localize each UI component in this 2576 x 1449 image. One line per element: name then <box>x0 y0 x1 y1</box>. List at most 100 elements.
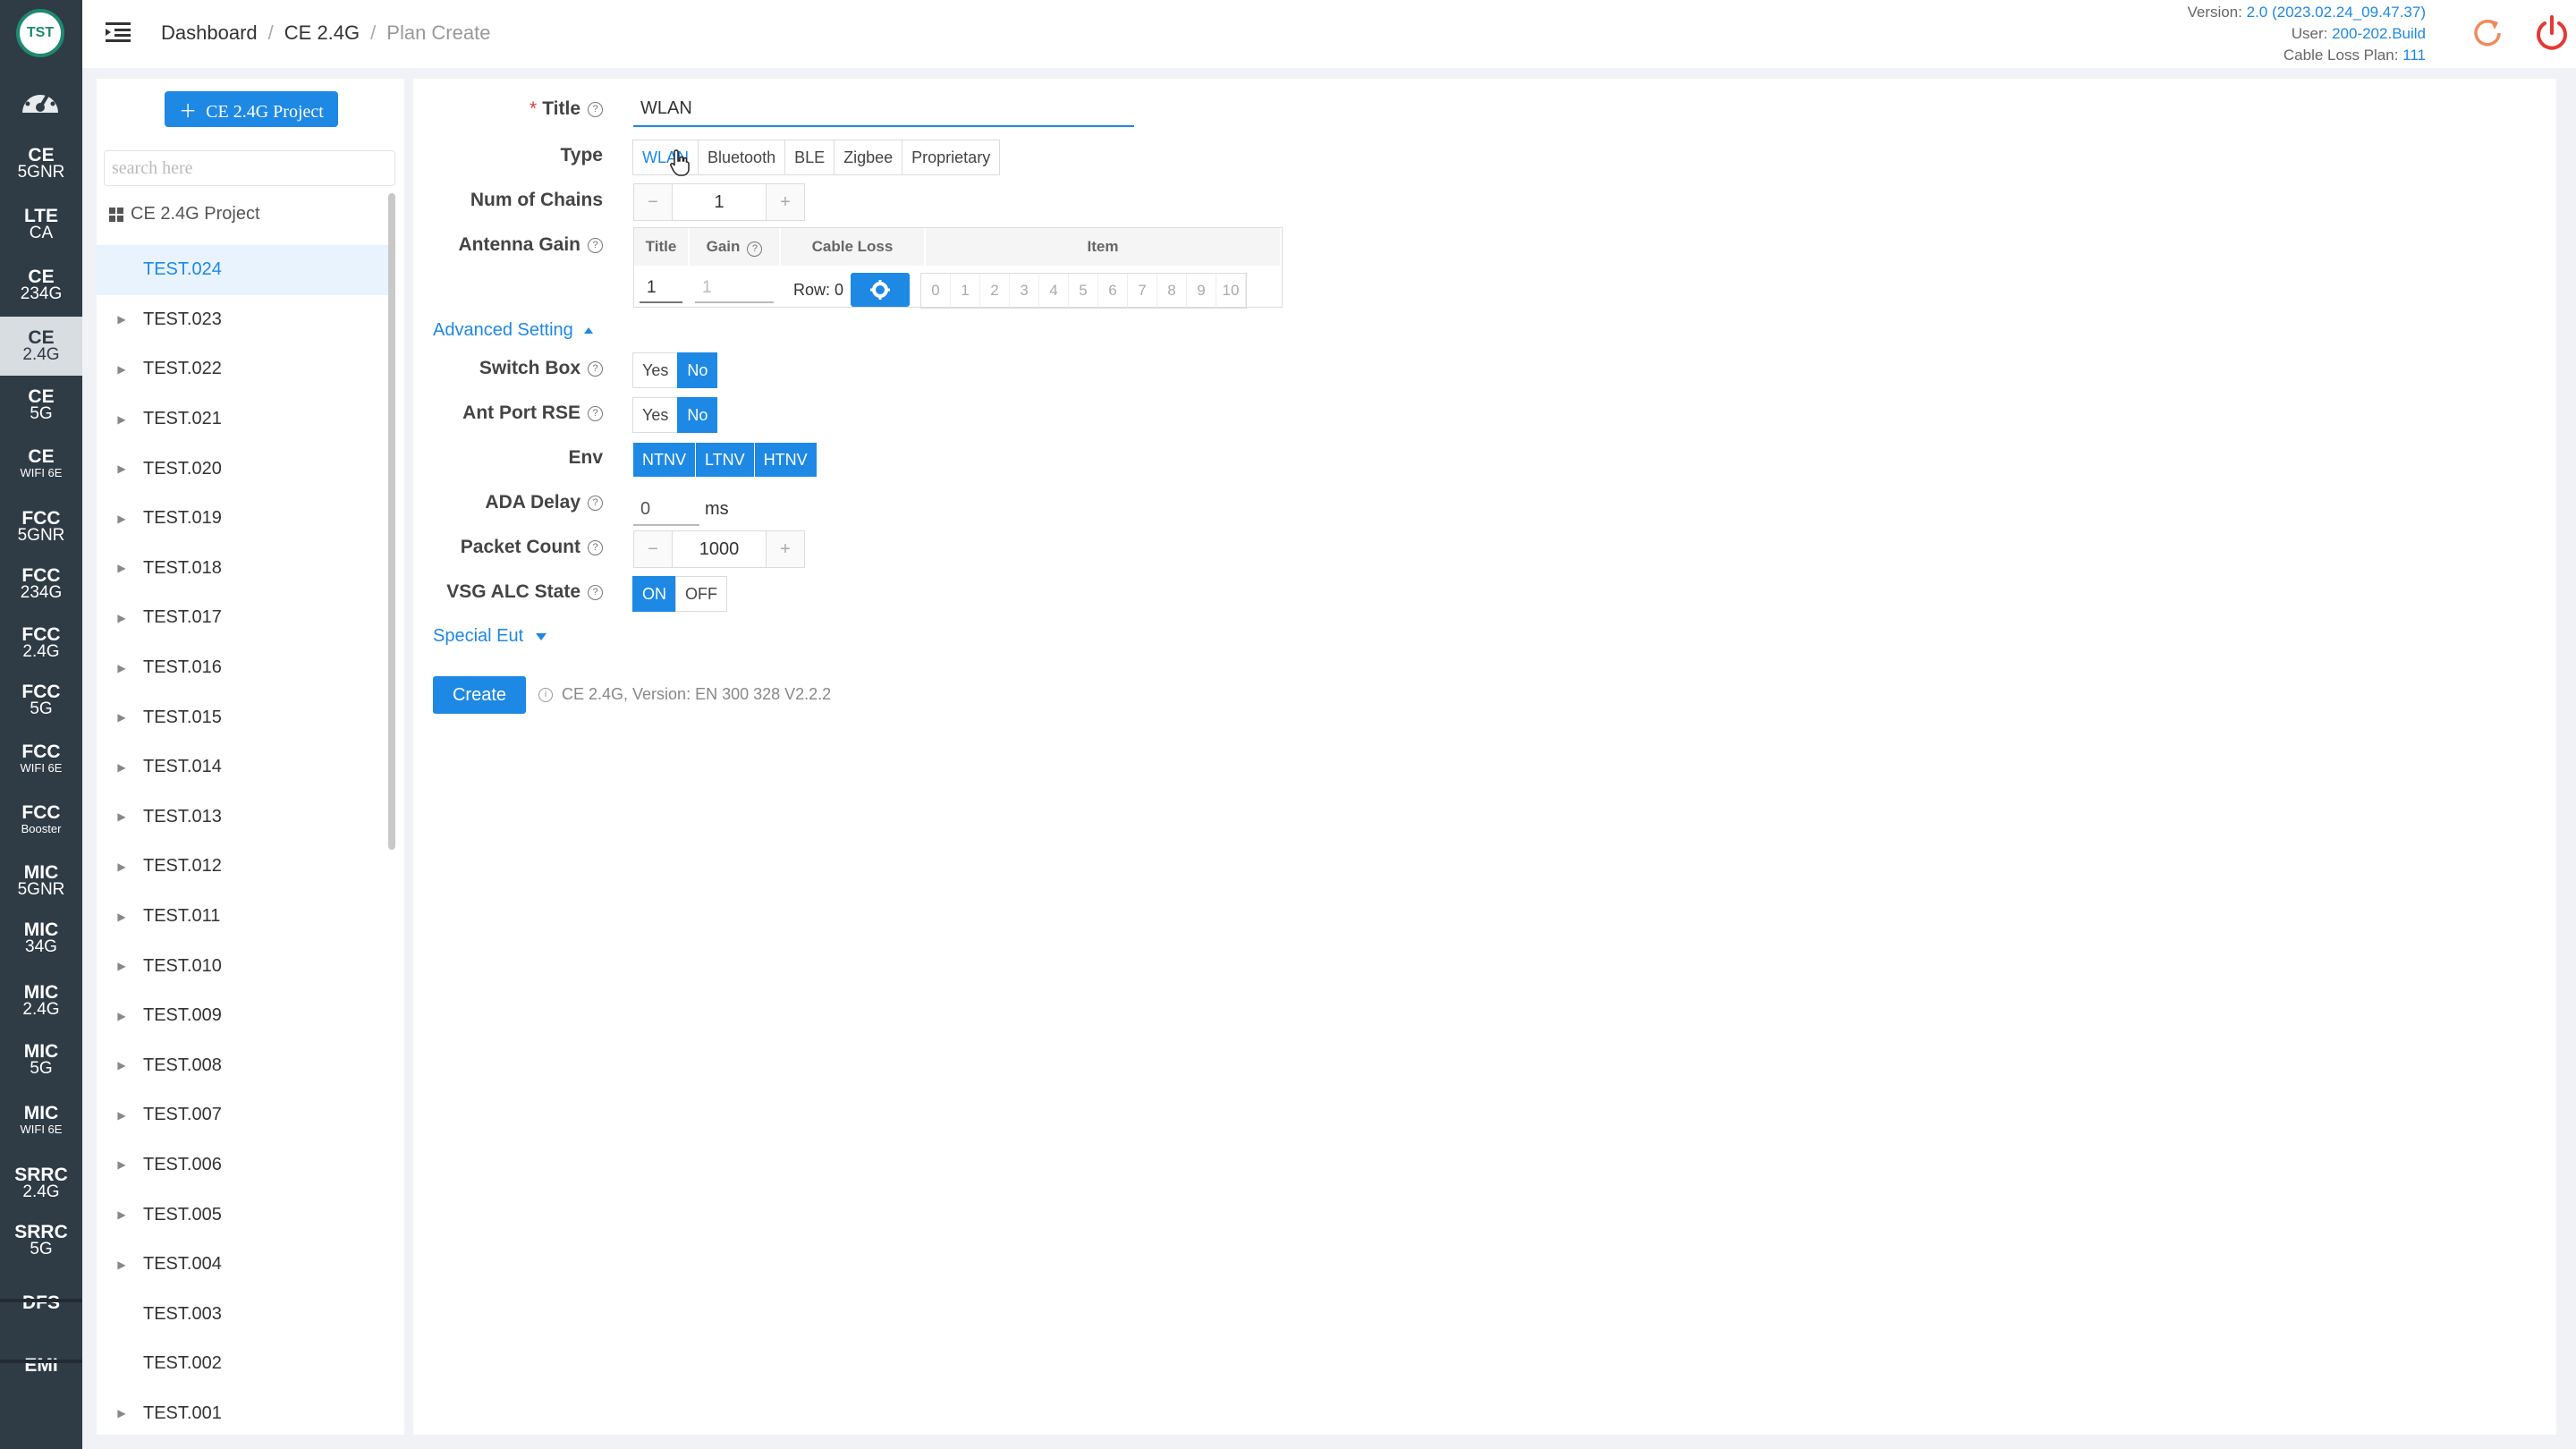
caret-right-icon[interactable]: ▶ <box>111 562 132 574</box>
ada-delay-input[interactable]: 0 <box>633 492 699 526</box>
tree-node[interactable]: ▶ TEST.017 <box>97 593 392 643</box>
caret-right-icon[interactable]: ▶ <box>111 1158 132 1171</box>
caret-right-icon[interactable]: ▶ <box>111 761 132 774</box>
nav-item-ce-2-4g[interactable]: CE 2.4G <box>0 317 82 376</box>
tree-node[interactable]: ▶ TEST.008 <box>97 1041 392 1091</box>
tree-node[interactable]: ▶ TEST.013 <box>97 792 392 843</box>
type-option-proprietary[interactable]: Proprietary <box>902 140 1001 175</box>
cable-settings-button[interactable] <box>851 273 910 307</box>
nav-item-ce-wifi-6e[interactable]: CE WIFI 6E <box>0 435 82 494</box>
item-cell[interactable]: 7 <box>1128 274 1157 308</box>
power-icon[interactable] <box>2533 14 2571 52</box>
breadcrumb-dashboard[interactable]: Dashboard <box>161 21 258 44</box>
tree-search-input[interactable] <box>104 150 395 186</box>
tree-node[interactable]: TEST.024 <box>97 245 392 295</box>
caret-right-icon[interactable]: ▶ <box>111 911 132 923</box>
caret-right-icon[interactable]: ▶ <box>111 1010 132 1022</box>
help-icon[interactable]: ? <box>747 242 763 257</box>
help-icon[interactable]: ? <box>588 495 603 511</box>
tree-node[interactable]: ▶ TEST.011 <box>97 892 392 942</box>
create-button[interactable]: Create <box>433 676 526 714</box>
tree-node[interactable]: ▶ TEST.014 <box>97 742 392 792</box>
item-cell[interactable]: 8 <box>1157 274 1187 308</box>
nav-item-mic-wifi-6e[interactable]: MIC WIFI 6E <box>0 1091 82 1150</box>
nav-item-fcc-wifi-6e[interactable]: FCC WIFI 6E <box>0 730 82 789</box>
ant-port-yes[interactable]: Yes <box>632 397 679 433</box>
nav-item-lte-ca[interactable]: LTE CA <box>0 195 82 254</box>
help-icon[interactable]: ? <box>588 360 603 377</box>
help-icon[interactable]: ? <box>588 237 603 253</box>
tree-node[interactable]: ▶ TEST.016 <box>97 643 392 693</box>
refresh-icon[interactable] <box>2470 16 2504 50</box>
title-input[interactable] <box>633 91 1134 127</box>
caret-right-icon[interactable]: ▶ <box>111 860 132 873</box>
item-cell[interactable]: 10 <box>1216 274 1246 308</box>
vsg-off[interactable]: OFF <box>675 576 727 612</box>
tree-node[interactable]: ▶ TEST.022 <box>97 344 392 394</box>
vsg-on[interactable]: ON <box>632 576 676 612</box>
caret-right-icon[interactable]: ▶ <box>111 1407 132 1419</box>
item-cell[interactable]: 4 <box>1039 274 1069 308</box>
type-option-ble[interactable]: BLE <box>784 140 835 175</box>
add-project-button[interactable]: ＋ CE 2.4G Project <box>165 91 338 127</box>
caret-right-icon[interactable]: ▶ <box>111 313 132 326</box>
nav-item-mic-34g[interactable]: MIC 34G <box>0 909 82 968</box>
tree-node[interactable]: TEST.003 <box>97 1289 392 1339</box>
caret-right-icon[interactable]: ▶ <box>111 513 132 525</box>
item-cell[interactable]: 2 <box>980 274 1010 308</box>
increment-button[interactable]: + <box>767 184 804 220</box>
nav-item-mic-2-4g[interactable]: MIC 2.4G <box>0 971 82 1030</box>
item-cell[interactable]: 6 <box>1098 274 1128 308</box>
help-icon[interactable]: ? <box>588 584 603 600</box>
tree-node[interactable]: ▶ TEST.021 <box>97 394 392 445</box>
breadcrumb-ce24g[interactable]: CE 2.4G <box>284 21 360 44</box>
nav-item-emi[interactable]: EMI <box>0 1336 82 1395</box>
caret-right-icon[interactable]: ▶ <box>111 612 132 624</box>
tree-node[interactable]: ▶ TEST.015 <box>97 692 392 742</box>
type-option-bluetooth[interactable]: Bluetooth <box>698 140 786 175</box>
advanced-setting-toggle[interactable]: Advanced Setting <box>433 320 593 341</box>
nav-item-dfs[interactable]: DFS <box>0 1274 82 1333</box>
tree-node[interactable]: ▶ TEST.018 <box>97 544 392 594</box>
help-icon[interactable]: ? <box>588 101 603 117</box>
tree-node[interactable]: ▶ TEST.007 <box>97 1090 392 1140</box>
help-icon[interactable]: ? <box>588 405 603 421</box>
env-option-htnv[interactable]: HTNV <box>753 442 818 478</box>
nav-item-fcc-5gnr[interactable]: FCC 5GNR <box>0 497 82 556</box>
caret-right-icon[interactable]: ▶ <box>111 413 132 426</box>
nav-item-fcc-234g[interactable]: FCC 234G <box>0 555 82 614</box>
tree-node[interactable]: ▶ TEST.009 <box>97 991 392 1041</box>
decrement-button[interactable]: − <box>634 184 672 220</box>
nav-item-fcc-5g[interactable]: FCC 5G <box>0 671 82 730</box>
num-chains-value[interactable]: 1 <box>672 184 767 220</box>
tree-node[interactable]: ▶ TEST.020 <box>97 444 392 494</box>
nav-item-ce-234g[interactable]: CE 234G <box>0 256 82 315</box>
dashboard-gauge-icon[interactable] <box>18 79 63 123</box>
gain-title-input[interactable]: 1 <box>640 273 682 303</box>
tree-node[interactable]: ▶ TEST.019 <box>97 494 392 544</box>
tree-node[interactable]: TEST.002 <box>97 1339 392 1389</box>
tree-node[interactable]: ▶ TEST.012 <box>97 842 392 892</box>
item-cell[interactable]: 0 <box>921 274 951 308</box>
tree-scrollbar[interactable] <box>388 193 395 850</box>
nav-item-mic-5g[interactable]: MIC 5G <box>0 1030 82 1089</box>
tree-root[interactable]: CE 2.4G Project <box>109 204 260 225</box>
decrement-button[interactable]: − <box>634 531 672 567</box>
caret-right-icon[interactable]: ▶ <box>111 1059 132 1072</box>
tree-node[interactable]: ▶ TEST.006 <box>97 1140 392 1191</box>
caret-right-icon[interactable]: ▶ <box>111 462 132 475</box>
tree-node[interactable]: ▶ TEST.010 <box>97 941 392 991</box>
caret-right-icon[interactable]: ▶ <box>111 810 132 823</box>
caret-right-icon[interactable]: ▶ <box>111 711 132 724</box>
switch-box-no[interactable]: No <box>677 352 718 388</box>
nav-item-fcc-2-4g[interactable]: FCC 2.4G <box>0 614 82 673</box>
tree-node[interactable]: ▶ TEST.023 <box>97 295 392 345</box>
nav-item-srrc-5g[interactable]: SRRC 5G <box>0 1211 82 1270</box>
env-option-ntnv[interactable]: NTNV <box>632 442 696 478</box>
special-eut-toggle[interactable]: Special Eut <box>433 626 547 647</box>
nav-item-ce-5g[interactable]: CE 5G <box>0 376 82 435</box>
caret-right-icon[interactable]: ▶ <box>111 363 132 376</box>
type-option-zigbee[interactable]: Zigbee <box>834 140 903 175</box>
switch-box-yes[interactable]: Yes <box>632 352 679 388</box>
caret-right-icon[interactable]: ▶ <box>111 1109 132 1122</box>
